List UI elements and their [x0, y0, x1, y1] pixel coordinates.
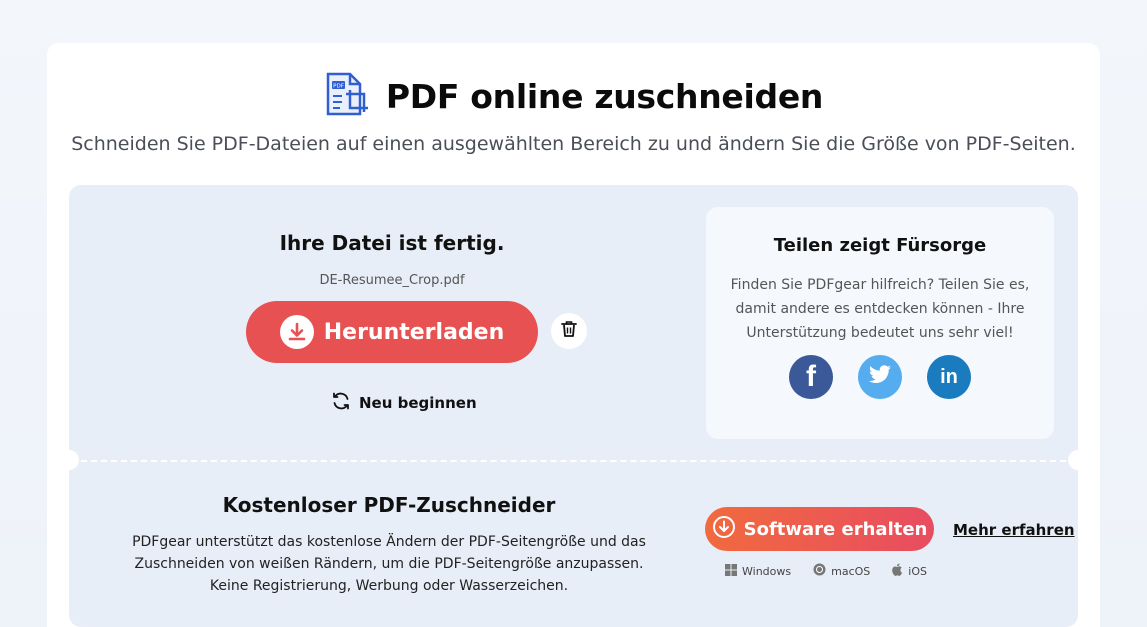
- page-subtitle: Schneiden Sie PDF-Dateien auf einen ausg…: [71, 133, 1076, 155]
- promo-line-3: Keine Registrierung, Werbung oder Wasser…: [209, 578, 569, 594]
- svg-text:PDF: PDF: [333, 84, 344, 90]
- download-circle-icon: [712, 515, 736, 544]
- platform-macos-label: macOS: [831, 564, 871, 578]
- promo-line-1: PDFgear unterstützt das kostenlose Änder…: [132, 534, 646, 550]
- get-software-button[interactable]: Software erhalten: [705, 507, 934, 551]
- apple-icon: [892, 563, 903, 579]
- social-buttons: f in: [789, 355, 971, 399]
- divider-notch-right: [1068, 450, 1078, 470]
- promo-text: PDFgear unterstützt das kostenlose Änder…: [114, 531, 664, 597]
- facebook-icon: f: [806, 360, 816, 393]
- platform-windows: Windows: [725, 563, 792, 579]
- download-icon: [279, 315, 314, 349]
- share-box: Teilen zeigt Fürsorge Finden Sie PDFgear…: [706, 207, 1054, 439]
- trash-icon: [561, 320, 577, 342]
- divider-notch-left: [69, 450, 79, 470]
- platform-ios-label: iOS: [908, 564, 927, 578]
- promo-line-2: Zuschneiden von weißen Rändern, um die P…: [134, 556, 644, 572]
- share-title: Teilen zeigt Fürsorge: [773, 235, 987, 256]
- twitter-share-button[interactable]: [858, 355, 902, 399]
- platform-windows-label: Windows: [742, 564, 792, 578]
- linkedin-icon: in: [940, 365, 958, 388]
- pdf-crop-icon: PDF: [324, 71, 370, 121]
- download-button[interactable]: Herunterladen: [246, 301, 538, 363]
- share-text: Finden Sie PDFgear hilfreich? Teilen Sie…: [730, 277, 1030, 341]
- page-title: PDF online zuschneiden: [385, 76, 824, 116]
- dashed-divider: [81, 460, 1066, 462]
- platform-list: Windows macOS iOS: [725, 563, 927, 579]
- file-ready-title: Ihre Datei ist fertig.: [279, 231, 505, 255]
- refresh-icon: [331, 391, 351, 415]
- facebook-share-button[interactable]: f: [789, 355, 833, 399]
- macos-icon: [813, 563, 826, 579]
- learn-more-link[interactable]: Mehr erfahren: [953, 521, 1075, 539]
- linkedin-share-button[interactable]: in: [927, 355, 971, 399]
- title-row: PDF PDF online zuschneiden: [47, 71, 1100, 121]
- file-name: DE-Resumee_Crop.pdf: [319, 273, 465, 288]
- windows-icon: [725, 563, 737, 579]
- result-panel: Ihre Datei ist fertig. DE-Resumee_Crop.p…: [69, 185, 1078, 627]
- promo-title: Kostenloser PDF-Zuschneider: [222, 493, 556, 517]
- platform-macos: macOS: [813, 563, 870, 579]
- twitter-icon: [868, 364, 892, 390]
- delete-button[interactable]: [551, 313, 587, 349]
- get-software-label: Software erhalten: [743, 518, 928, 540]
- download-label: Herunterladen: [323, 319, 505, 345]
- restart-label: Neu beginnen: [359, 394, 477, 412]
- platform-ios: iOS: [892, 563, 927, 579]
- restart-link[interactable]: Neu beginnen: [331, 391, 477, 415]
